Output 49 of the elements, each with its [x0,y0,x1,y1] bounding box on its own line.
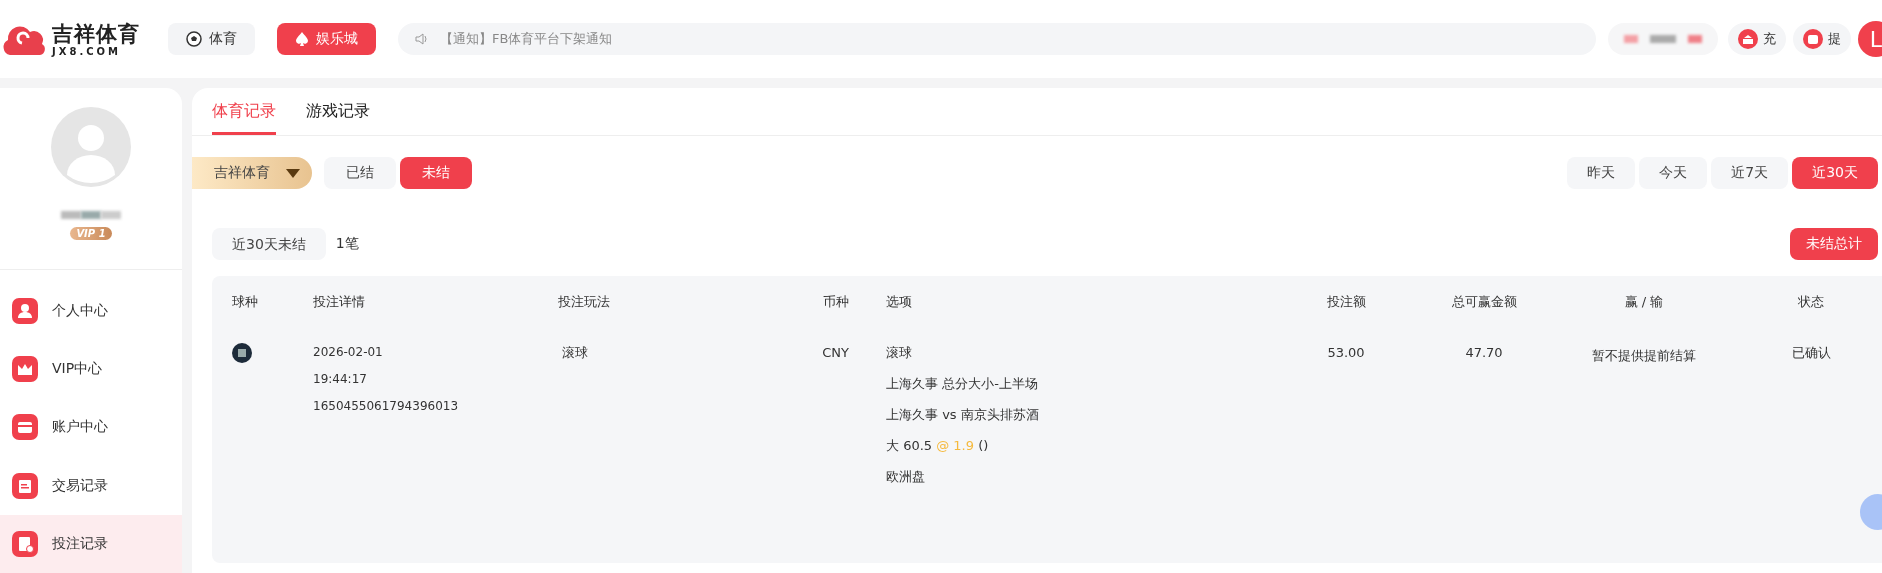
option-type: 滚球 [886,344,912,362]
column-header: 球种 [232,293,259,311]
column-header: 总可赢金额 [1450,293,1518,311]
summary-label: 近30天未结 [212,228,326,260]
market-name: 上海久事 总分大小-上半场 [886,375,1038,393]
bet-type: 滚球 [562,344,588,362]
column-header: 选项 [886,293,913,311]
date-filter[interactable]: 今天 [1639,157,1708,189]
column-header: 投注额 [1325,293,1367,311]
currency: CNY [822,344,849,362]
match-name: 上海久事 vs 南京头排苏酒 [886,406,1039,424]
stake-amount: 53.00 [1327,344,1365,362]
column-header: 币种 [821,293,850,311]
sidebar-item[interactable]: 账户中心 [0,398,182,457]
tab[interactable]: 游戏记录 [306,101,370,135]
wallet-button[interactable]: 提 [1793,23,1851,55]
date-filter[interactable]: 近7天 [1711,157,1789,189]
column-header: 状态 [1797,293,1825,311]
platform-dropdown[interactable]: 吉祥体育 [192,157,312,189]
sidebar-item[interactable]: 交易记录 [0,456,182,515]
notice-text: 【通知】FB体育平台下架通知 [440,30,613,48]
summary-button[interactable]: 未结总计 [1790,228,1878,260]
column-header: 赢 / 输 [1623,293,1665,311]
date-filter[interactable]: 近30天 [1792,157,1878,189]
nav-button[interactable]: 娱乐城 [277,23,376,55]
status-text: 已确认 [1791,344,1831,362]
bet-date: 2026-02-01 [313,344,383,361]
sidebar-item[interactable]: VIP中心 [0,340,182,399]
nav-button[interactable]: 体育 [168,23,255,55]
vip-badge: VIP 1 [70,227,112,240]
logo-name: 吉祥体育 [52,21,140,46]
pick-line: 大 60.5 @ 1.9 () [886,437,989,455]
date-filter[interactable]: 昨天 [1567,157,1636,189]
odds-format: 欧洲盘 [886,468,925,486]
order-number: 1650455061794396013 [313,398,459,415]
summary-count: 1笔 [335,235,359,253]
bet-time: 19:44:17 [313,371,367,388]
tab[interactable]: 体育记录 [212,101,276,135]
user-avatar[interactable]: L [1858,21,1882,57]
payout-amount: 47.70 [1465,344,1503,362]
status-filter[interactable]: 未结 [400,157,472,189]
column-header: 投注玩法 [558,293,611,311]
wallet-button[interactable]: 充 [1728,23,1786,55]
column-header: 投注详情 [313,293,366,311]
logo-domain: JX8.COM [52,45,121,57]
result-text: 暂不提供提前结算 [1592,347,1696,365]
sidebar-item[interactable]: 个人中心 [0,281,182,341]
status-filter[interactable]: 已结 [324,157,396,189]
sidebar-item[interactable]: 投注记录 [0,514,182,573]
